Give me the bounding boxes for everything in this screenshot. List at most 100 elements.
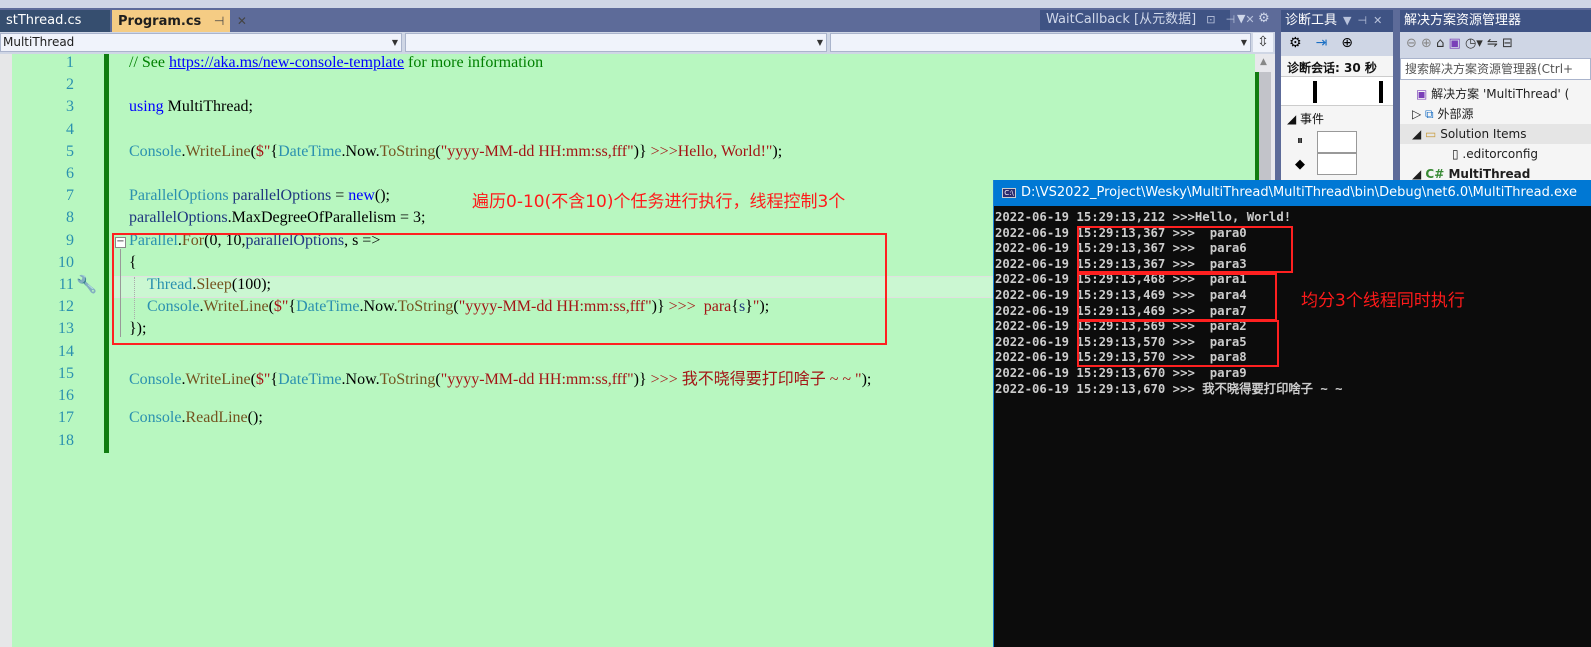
annotation-thread-note: 均分3个线程同时执行 [1301, 291, 1465, 311]
member: .Now. [341, 371, 380, 388]
export-icon[interactable]: ⇥ [1316, 35, 1328, 51]
namespace: MultiThread; [163, 98, 253, 115]
pin-icon[interactable]: ⊣ [1226, 13, 1236, 26]
console-line: 2022-06-19 15:29:13,212 >>>Hello, World! [995, 210, 1292, 224]
tab-testthread[interactable]: stThread.cs [0, 10, 110, 32]
timeline-ruler[interactable] [1281, 76, 1393, 106]
scroll-up-icon[interactable]: ▲ [1260, 57, 1267, 67]
line-number: 15 [58, 365, 74, 382]
events-section-header[interactable]: ◢ 事件 [1281, 106, 1393, 131]
close-icon[interactable]: ✕ [237, 14, 247, 28]
close-icon[interactable]: ✕ [1373, 14, 1382, 27]
expand-icon[interactable]: ▷ [1412, 107, 1425, 121]
forward-icon[interactable]: ⊕ [1421, 36, 1432, 51]
annotation-highlight-box [112, 233, 887, 345]
collapse-all-icon[interactable]: ⊟ [1502, 36, 1513, 51]
type: ParallelOptions [129, 187, 229, 204]
keyword: using [129, 98, 164, 115]
folder-icon: ▭ [1425, 127, 1441, 141]
navigation-bar: MultiThread ▼ ▼ ▼ ⇳ [0, 32, 1275, 54]
collapse-icon[interactable]: ◢ [1412, 167, 1425, 181]
line-number: 7 [66, 187, 74, 204]
console-window[interactable]: C:\ D:\VS2022_Project\Wesky\MultiThread\M… [993, 180, 1591, 647]
method: WriteLine [185, 143, 251, 160]
history-icon[interactable]: ◷▾ [1465, 36, 1483, 51]
vs-solution-icon[interactable]: ▣ [1449, 36, 1461, 51]
split-editor-icon[interactable]: ⇳ [1253, 33, 1273, 52]
variable: parallelOptions [129, 209, 228, 226]
line-number: 8 [66, 209, 74, 226]
punct: (); [247, 409, 263, 426]
line-number: 6 [66, 165, 74, 182]
member: .Now. [341, 143, 380, 160]
collapse-icon[interactable]: ◢ [1412, 127, 1425, 141]
line-number: 17 [58, 409, 74, 426]
console-title-bar[interactable]: C:\ D:\VS2022_Project\Wesky\MultiThread\M… [994, 180, 1591, 206]
home-icon[interactable]: ⌂ [1436, 36, 1444, 51]
line-number: 2 [66, 76, 74, 93]
code-line-7: ParallelOptions parallelOptions = new(); [129, 187, 390, 205]
gear-icon[interactable]: ⚙ [1289, 35, 1302, 51]
punct: ); [861, 371, 872, 388]
tree-item-solution-items[interactable]: ◢ ▭ Solution Items [1400, 124, 1591, 144]
pin-icon[interactable]: ⊣ [1357, 14, 1367, 27]
chevron-down-icon: ▼ [391, 38, 398, 47]
console-app-icon: C:\ [1002, 187, 1016, 198]
punct: = [331, 187, 349, 204]
line-number: 1 [66, 54, 74, 71]
type: Console [129, 143, 182, 160]
item-label: .editorconfig [1462, 147, 1539, 161]
type-dropdown[interactable]: ▼ [405, 33, 827, 52]
pause-icon[interactable]: ⏸ [1297, 133, 1303, 148]
template-link[interactable]: https://aka.ms/new-console-template [169, 54, 404, 71]
type: Console [129, 409, 182, 426]
sync-icon[interactable]: ⇋ [1487, 36, 1498, 51]
diagnostic-toolbar: ⚙ ⇥ ⊕ [1281, 32, 1393, 56]
solution-explorer-toolbar: ⊖ ⊕ ⌂ ▣ ◷▾ ⇋ ⊟ [1400, 32, 1591, 58]
zoom-in-icon[interactable]: ⊕ [1341, 35, 1353, 51]
tree-item-solution[interactable]: ▣ 解决方案 'MultiThread' ( [1400, 84, 1591, 104]
lock-icon: ⊡ [1206, 13, 1216, 26]
close-icon[interactable]: ✕ [1245, 13, 1254, 26]
solution-search-input[interactable]: 搜索解决方案资源管理器(Ctrl+ [1400, 58, 1591, 80]
panel-title-bar: 诊断工具 ▼ ⊣ ✕ [1281, 10, 1393, 32]
quick-actions-screwdriver-icon[interactable]: 🔧 [76, 275, 97, 295]
item-label: MultiThread [1448, 167, 1531, 181]
line-number: 3 [66, 98, 74, 115]
change-tracking-bar [104, 54, 109, 453]
tree-item-editorconfig[interactable]: ▯ .editorconfig [1400, 144, 1591, 164]
dropdown-icon[interactable]: ▼ [1343, 14, 1351, 27]
events-track: ⏸ ◆ [1281, 131, 1393, 179]
project-dropdown[interactable]: MultiThread ▼ [0, 33, 402, 52]
item-label: 解决方案 'MultiThread' ( [1431, 87, 1570, 101]
string: >>>Hello, World!" [646, 143, 773, 160]
member-dropdown[interactable]: ▼ [830, 33, 1251, 52]
tab-label: Program.cs [118, 14, 202, 29]
tab-program[interactable]: Program.cs ⊣ ✕ [112, 10, 247, 32]
events-label: 事件 [1300, 112, 1325, 126]
variable: parallelOptions [228, 187, 332, 204]
tab-dropdown-icon[interactable]: ▼ [1237, 12, 1245, 25]
string: "yyyy-MM-dd HH:mm:ss,fff" [440, 371, 634, 388]
csharp-project-icon: C# [1425, 167, 1449, 181]
annotation-loop-note: 遍历0-10(不含10)个任务进行执行，线程控制3个 [472, 192, 846, 212]
gear-icon[interactable]: ⚙ [1258, 11, 1270, 26]
event-box [1317, 153, 1357, 175]
code-line-3: using MultiThread; [129, 98, 253, 116]
code-line-1: // See https://aka.ms/new-console-templa… [129, 54, 543, 72]
type: DateTime [278, 371, 342, 388]
back-icon[interactable]: ⊖ [1406, 36, 1417, 51]
item-label: Solution Items [1440, 127, 1527, 141]
code-line-5: Console.WriteLine($"{DateTime.Now.ToStri… [129, 143, 782, 161]
line-number: 5 [66, 143, 74, 160]
tab-waitcallback-preview[interactable]: WaitCallback [从元数据] ⊡ ⊣ ✕ [1040, 10, 1255, 30]
punct: ); [772, 143, 783, 160]
punct: (); [374, 187, 390, 204]
tree-item-external-sources[interactable]: ▷ ⧉ 外部源 [1400, 104, 1591, 124]
chevron-down-icon: ▼ [816, 38, 823, 47]
comment: for more information [404, 54, 544, 71]
panel-title-bar: 解决方案资源管理器 [1400, 10, 1591, 32]
tab-label: stThread.cs [6, 13, 82, 28]
event-box [1317, 131, 1357, 153]
pin-icon[interactable]: ⊣ [214, 14, 224, 28]
